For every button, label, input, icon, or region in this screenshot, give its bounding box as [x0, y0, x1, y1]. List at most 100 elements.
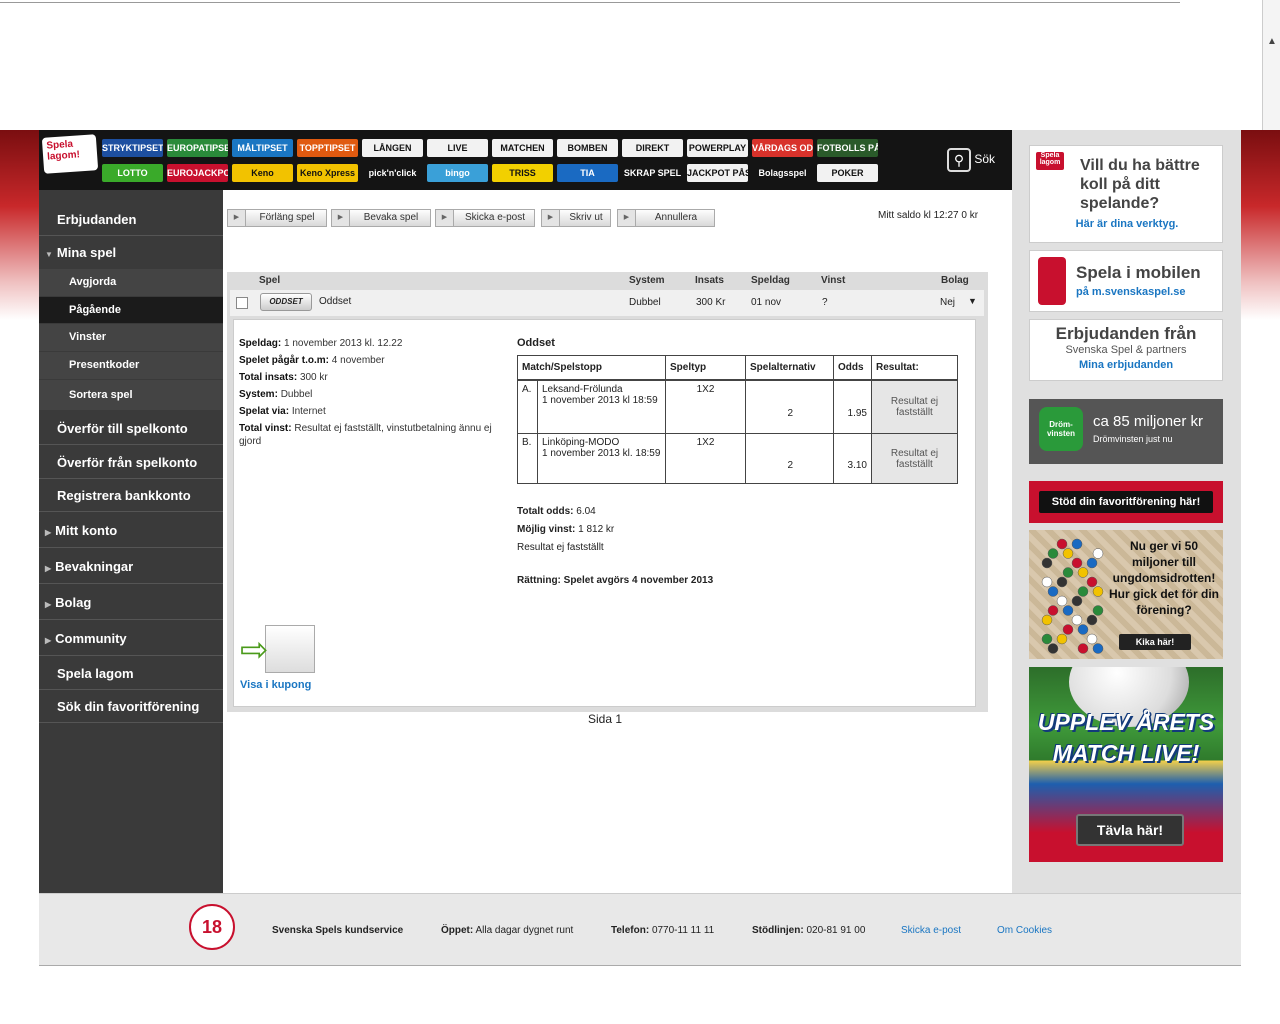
om-cookies-link[interactable]: Om Cookies: [997, 925, 1052, 936]
game-tile-tia[interactable]: TIA: [557, 164, 618, 182]
game-tile-vårdags-odds[interactable]: VÅRDAGS ODDS: [752, 139, 813, 157]
bet-system: Dubbel: [629, 297, 661, 308]
skicka-epost-link[interactable]: Skicka e-post: [901, 925, 961, 936]
odds-table: Match/Spelstopp Speltyp Spelalternativ O…: [517, 355, 958, 484]
odds-row-a: A. Leksand-Frölunda 1 november 2013 kl 18…: [517, 379, 958, 434]
erbjudanden-promo[interactable]: Erbjudanden från Svenska Spel & partners…: [1029, 319, 1223, 381]
bet-speldag: 01 nov: [751, 297, 782, 308]
odds-title: Oddset: [517, 337, 555, 349]
sidebar-item-mitt-konto[interactable]: ▶ Mitt konto: [39, 513, 223, 548]
game-tile-stryktipset[interactable]: STRYKTIPSET: [102, 139, 163, 157]
skicka-epost-button[interactable]: ▶ Skicka e-post: [435, 209, 535, 227]
game-tile-live[interactable]: LIVE: [427, 139, 488, 157]
bet-vinst: ?: [822, 297, 828, 308]
sidebar-item-bevakningar[interactable]: ▶ Bevakningar: [39, 549, 223, 584]
spela-i-mobilen-promo[interactable]: Spela i mobilen på m.svenskaspel.se: [1029, 250, 1223, 312]
bet-info: Speldag: 1 november 2013 kl. 12.22 Spele…: [239, 338, 492, 447]
kundservice-label: Svenska Spels kundservice: [272, 925, 404, 936]
spela-lagom-promo[interactable]: Spela lagom Vill du ha bättre koll på di…: [1029, 145, 1223, 243]
play-icon: ▶: [332, 210, 350, 226]
bevaka-spel-button[interactable]: ▶ Bevaka spel: [331, 209, 431, 227]
scroll-up-icon[interactable]: ▲: [1267, 36, 1277, 47]
club-logo: [1062, 548, 1074, 559]
odds-table-header: Match/Spelstopp Speltyp Spelalternativ O…: [517, 355, 958, 381]
scrollbar[interactable]: ▲: [1262, 0, 1280, 130]
game-tile-europatipset[interactable]: EUROPATIPSET: [167, 139, 228, 157]
ungdomsidrott-banner[interactable]: Nu ger vi 50 miljoner till ungdomsidrott…: [1029, 530, 1223, 659]
club-logo: [1092, 548, 1104, 559]
spela-lagom-icon: Spela lagom: [1036, 152, 1064, 170]
game-tile-pick-n-click[interactable]: pick'n'click: [362, 164, 423, 182]
visa-i-kupong[interactable]: ⇨ Visa i kupong: [240, 625, 320, 691]
game-tile-poker[interactable]: POKER: [817, 164, 878, 182]
game-tile-keno[interactable]: Keno: [232, 164, 293, 182]
bet-checkbox[interactable]: [236, 297, 248, 309]
sidebar-item-registrera-bankkonto[interactable]: Registrera bankkonto: [39, 480, 223, 512]
game-tile-topptipset[interactable]: TOPPTIPSET: [297, 139, 358, 157]
club-logo: [1071, 557, 1083, 569]
game-tile-bomben[interactable]: BOMBEN: [557, 139, 618, 157]
club-logo: [1086, 614, 1098, 626]
favoritforening-banner[interactable]: Stöd din favoritförening här!: [1029, 481, 1223, 523]
club-logo: [1056, 576, 1068, 588]
col-speldag: Speldag: [751, 275, 790, 286]
sidebar-item-sok-forening[interactable]: Sök din favoritförening: [39, 691, 223, 723]
upplev-match-banner[interactable]: UPPLEV ÅRETS MATCH LIVE! Tävla här!: [1029, 667, 1223, 862]
game-tile-lotto[interactable]: LOTTO: [102, 164, 163, 182]
kika-har-button[interactable]: Kika här!: [1119, 634, 1191, 650]
forlang-spel-button[interactable]: ▶ Förläng spel: [227, 209, 327, 227]
club-logo: [1086, 633, 1098, 645]
tavla-har-button[interactable]: Tävla här!: [1076, 814, 1184, 846]
sidebar-item-overfor-fran[interactable]: Överför från spelkonto: [39, 446, 223, 479]
sidebar-item-pagaende[interactable]: Pågående: [39, 297, 223, 323]
game-tile-lången[interactable]: LÅNGEN: [362, 139, 423, 157]
game-tile-triss[interactable]: TRISS: [492, 164, 553, 182]
sidebar-item-presentkoder[interactable]: Presentkoder: [39, 352, 223, 379]
club-logo: [1077, 567, 1089, 578]
bet-row[interactable]: ODDSET Oddset Dubbel 300 Kr 01 nov ? Nej…: [230, 290, 984, 316]
skriv-ut-button[interactable]: ▶ Skriv ut: [541, 209, 611, 227]
club-logo: [1047, 605, 1059, 616]
annullera-button[interactable]: ▶ Annullera: [617, 209, 715, 227]
chevron-down-icon[interactable]: ▼: [968, 296, 977, 306]
bet-list-panel: Spel System Insats Speldag Vinst Bolag O…: [227, 272, 988, 712]
game-tile-fotbolls-påsen[interactable]: FOTBOLLS PÅSEN: [817, 139, 878, 157]
game-tile-jackpot-påsen[interactable]: JACKPOT PÅSEN: [687, 164, 748, 182]
browser-top-area: ▲: [0, 0, 1280, 130]
caret-right-icon: ▶: [45, 636, 52, 645]
sidebar-item-community[interactable]: ▶ Community: [39, 621, 223, 656]
search-icon[interactable]: ⚲: [947, 148, 971, 172]
oddset-badge: ODDSET: [260, 293, 312, 311]
dromvinsten-promo[interactable]: Dröm-vinsten ca 85 miljoner kr Drömvinst…: [1029, 399, 1223, 464]
game-tile-matchen[interactable]: MATCHEN: [492, 139, 553, 157]
game-tile-måltipset[interactable]: MÅLTIPSET: [232, 139, 293, 157]
sidebar-item-bolag[interactable]: ▶ Bolag: [39, 585, 223, 620]
spela-lagom-logo[interactable]: Spela lagom!: [41, 134, 99, 174]
visa-i-kupong-link[interactable]: Visa i kupong: [240, 679, 320, 691]
club-logo: [1086, 576, 1098, 588]
caret-right-icon: ▶: [45, 600, 52, 609]
game-tile-bingo[interactable]: bingo: [427, 164, 488, 182]
game-tile-skrap-spel[interactable]: SKRAP SPEL: [622, 164, 683, 182]
sidebar: Erbjudanden ▼ Mina spel Avgjorda Pågående…: [39, 190, 223, 893]
sidebar-item-overfor-till[interactable]: Överför till spelkonto: [39, 412, 223, 445]
caret-right-icon: ▶: [45, 528, 52, 537]
sidebar-item-avgjorda[interactable]: Avgjorda: [39, 269, 223, 296]
sidebar-item-vinster[interactable]: Vinster: [39, 324, 223, 351]
sidebar-item-spela-lagom[interactable]: Spela lagom: [39, 657, 223, 690]
game-tile-eurojackpot[interactable]: EUROJACKPOT: [167, 164, 228, 182]
game-tile-powerplay[interactable]: POWERPLAY: [687, 139, 748, 157]
game-tile-keno-xpress[interactable]: Keno Xpress: [297, 164, 358, 182]
page: Spela lagom! STRYKTIPSETEUROPATIPSETMÅLT…: [39, 130, 1241, 966]
game-tile-direkt[interactable]: DIREKT: [622, 139, 683, 157]
club-logo: [1077, 624, 1089, 635]
sidebar-item-erbjudanden[interactable]: Erbjudanden: [39, 204, 223, 236]
club-logo: [1062, 567, 1074, 578]
search-button[interactable]: ⚲ Sök: [947, 148, 995, 172]
search-label[interactable]: Sök: [974, 152, 995, 166]
coupon-icon[interactable]: ⇨: [240, 625, 320, 675]
sidebar-item-mina-spel[interactable]: ▼ Mina spel: [39, 238, 223, 268]
game-tile-bolagsspel[interactable]: Bolagsspel: [752, 164, 813, 182]
sidebar-item-sortera-spel[interactable]: Sortera spel: [39, 380, 223, 410]
club-logo: [1071, 538, 1083, 550]
